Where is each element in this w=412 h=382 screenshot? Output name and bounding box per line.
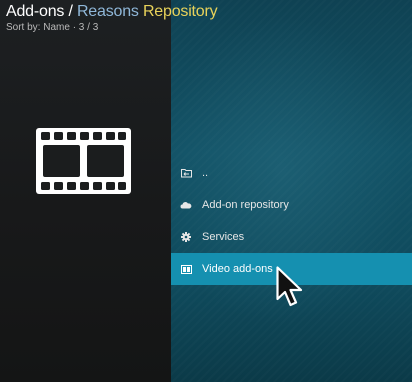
- film-icon: [179, 262, 193, 276]
- breadcrumb: Add-ons / Reasons Repository: [6, 2, 218, 22]
- mouse-pointer-icon: [276, 266, 303, 307]
- breadcrumb-separator: /: [64, 3, 77, 20]
- list-item-label: Services: [202, 231, 245, 243]
- list-item-addon-repository[interactable]: Add-on repository: [171, 189, 412, 221]
- list-item-parent-folder[interactable]: ..: [171, 157, 412, 189]
- list-item-services[interactable]: Services: [171, 221, 412, 253]
- gear-icon: [179, 230, 193, 244]
- film-strip-icon: [36, 128, 131, 194]
- breadcrumb-addons[interactable]: Add-ons: [6, 3, 64, 20]
- cloud-icon: [179, 198, 193, 212]
- breadcrumb-repository: Repository: [138, 3, 218, 20]
- list-item-label: ..: [202, 167, 209, 179]
- list-item-label: Video add-ons: [202, 263, 273, 275]
- kodi-screen: Add-ons / Reasons Repository Sort by: Na…: [0, 0, 412, 382]
- list-item-label: Add-on repository: [202, 199, 289, 211]
- folder-back-icon: [179, 166, 193, 180]
- header: Add-ons / Reasons Repository Sort by: Na…: [6, 2, 218, 34]
- sort-info: Sort by: Name · 3 / 3: [6, 22, 99, 33]
- breadcrumb-reasons: Reasons: [76, 3, 139, 20]
